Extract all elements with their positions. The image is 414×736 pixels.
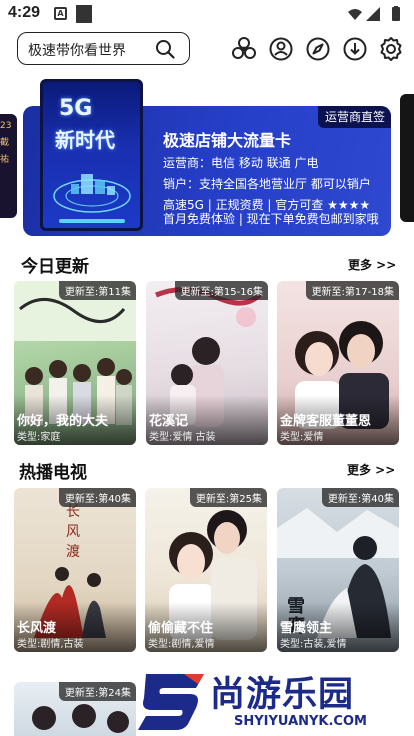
banner-corner-tag: 运营商直签: [317, 106, 391, 128]
watermark-text: 尚游乐园: [210, 675, 355, 715]
system-indicators-icon: [348, 6, 400, 21]
phone-bar: [59, 219, 125, 223]
card-type: 类型:爱情: [280, 432, 324, 443]
card-type: 类型:家庭: [17, 432, 61, 443]
svg-text:渡: 渡: [66, 544, 80, 560]
settings-icon[interactable]: [378, 36, 404, 62]
search-box[interactable]: 极速带你看世界: [17, 32, 190, 65]
banner-carousel[interactable]: 23 截 祐 5G 新时代 运营商直签 极速店铺大流量卡 运营商：电信 移动 联…: [0, 78, 414, 236]
prev-card-text: 截: [0, 138, 10, 148]
phone-5g-text: 5G: [59, 96, 93, 121]
section-title-hot-tv: 热播电视: [19, 463, 87, 483]
card-type: 类型:剧情,古装: [17, 639, 84, 650]
svg-text:风: 风: [66, 524, 80, 540]
episode-badge: 更新至:第17-18集: [305, 281, 399, 300]
watermark-url: SHYIYUANYK.COM: [234, 714, 367, 729]
banner-ad[interactable]: 5G 新时代 运营商直签 极速店铺大流量卡 运营商：电信 移动 联通 广电 销户…: [23, 79, 391, 236]
iso-graphic-icon: [53, 174, 131, 213]
card-title: 你好，我的大夫: [17, 414, 109, 429]
banner-title: 极速店铺大流量卡: [163, 131, 292, 150]
video-card[interactable]: 更新至:第15-16集 花溪记 类型:爱情 古装: [146, 281, 268, 445]
episode-badge: 更新至:第24集: [58, 682, 136, 701]
card-title: 偷偷藏不住: [148, 621, 214, 636]
episode-badge: 更新至:第25集: [189, 488, 267, 507]
user-pin-icon[interactable]: [268, 36, 294, 62]
card-type: 类型:剧情,爱情: [148, 639, 215, 650]
banner-next-card[interactable]: [400, 94, 414, 222]
prev-card-text: 祐: [0, 155, 10, 165]
card-type: 类型:爱情 古装: [149, 432, 216, 443]
more-link-hot-tv[interactable]: 更多 >>: [347, 461, 395, 478]
section-title-today: 今日更新: [21, 257, 89, 277]
cube-icon[interactable]: [231, 36, 257, 62]
episode-badge: 更新至:第11集: [58, 281, 136, 300]
more-link-today[interactable]: 更多 >>: [348, 256, 396, 273]
banner-prev-card[interactable]: 23 截 祐: [0, 114, 17, 218]
card-title: 金牌客服董董恩: [280, 414, 372, 429]
prev-card-text: 23: [0, 121, 12, 131]
episode-badge: 更新至:第15-16集: [174, 281, 268, 300]
episode-badge: 更新至:第40集: [58, 488, 136, 507]
search-icon[interactable]: [155, 39, 175, 59]
card-title: 雪鹰领主: [280, 621, 333, 636]
video-card[interactable]: 更新至:第17-18集 金牌客服董董恩 类型:爱情: [277, 281, 399, 445]
card-title: 长风渡: [17, 621, 57, 636]
notification-square-icon: [76, 5, 92, 23]
phone-slogan-text: 新时代: [55, 128, 115, 152]
search-placeholder: 极速带你看世界: [28, 43, 126, 59]
banner-line-offer: 首月免费体验 | 现在下单免费包邮到家哦: [163, 212, 379, 226]
compass-icon[interactable]: [305, 36, 331, 62]
top-header: 极速带你看世界: [0, 28, 414, 70]
video-card[interactable]: 雪 鹰 更新至:第40集 雪鹰领主 类型:古装,爱情: [277, 488, 399, 652]
phone-image: 5G 新时代: [40, 79, 143, 231]
card-title: 花溪记: [149, 414, 189, 429]
banner-line-carriers: 运营商：电信 移动 联通 广电: [163, 156, 319, 170]
download-icon[interactable]: [342, 36, 368, 62]
banner-line-cancel: 销户：支持全国各地营业厅 都可以销户: [163, 177, 371, 191]
video-card[interactable]: 更新至:第11集 你好，我的大夫 类型:家庭: [14, 281, 136, 445]
episode-badge: 更新至:第40集: [321, 488, 399, 507]
status-time: 4:29: [8, 4, 41, 21]
video-card[interactable]: 更新至:第25集 偷偷藏不住 类型:剧情,爱情: [145, 488, 267, 652]
card-type: 类型:古装,爱情: [280, 639, 347, 650]
status-bar: 4:29 A: [0, 0, 414, 28]
watermark-logo-icon: [138, 674, 204, 730]
video-card[interactable]: 长 风 渡 更新至:第40集 长风渡 类型:剧情,古装: [14, 488, 136, 652]
site-watermark: 尚游乐园 SHYIYUANYK.COM: [138, 664, 414, 736]
video-card[interactable]: 更新至:第24集: [14, 682, 136, 736]
notification-a-icon: A: [54, 7, 67, 20]
